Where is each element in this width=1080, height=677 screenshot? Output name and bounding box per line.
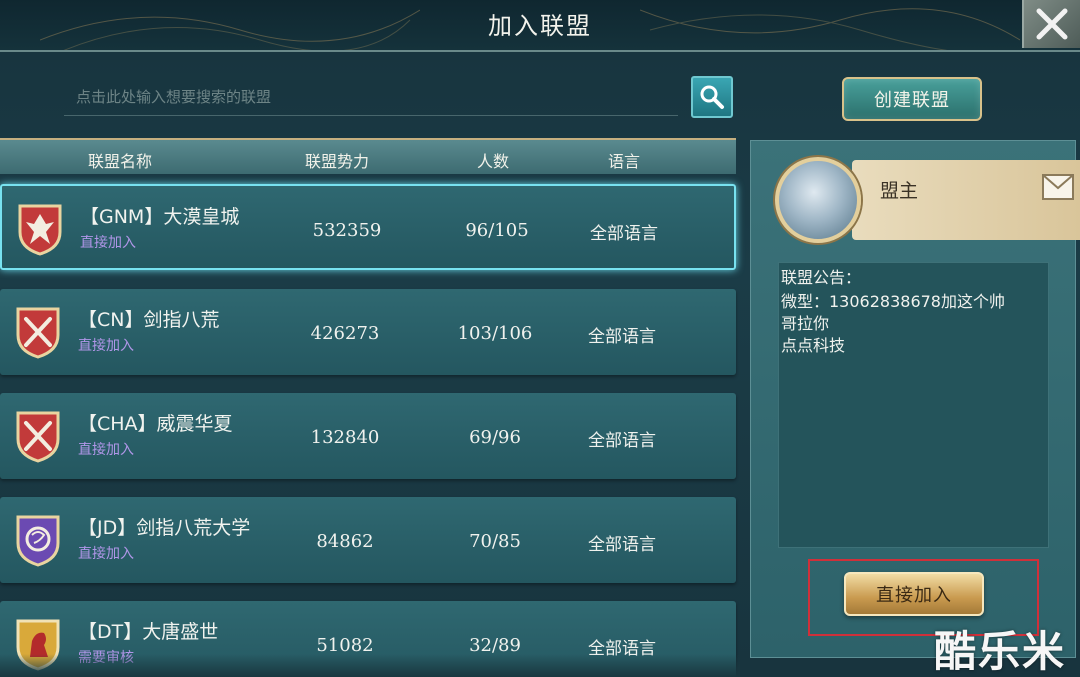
alliance-power: 532359 bbox=[312, 220, 382, 241]
join-type: 直接加入 bbox=[78, 338, 134, 354]
alliance-members: 70/85 bbox=[469, 531, 521, 552]
column-header-language: 语言 bbox=[608, 152, 641, 171]
alliance-name: 【CN】剑指八荒 bbox=[78, 309, 220, 331]
alliance-row[interactable]: 【CN】剑指八荒 直接加入 426273 103/106 全部语言 bbox=[0, 289, 736, 375]
alliance-row[interactable]: 【JD】剑指八荒大学 直接加入 84862 70/85 全部语言 bbox=[0, 497, 736, 583]
notice-line: 哥拉你 bbox=[781, 314, 830, 333]
table-header: 联盟名称 联盟势力 人数 语言 bbox=[0, 138, 736, 174]
watermark: 酷乐米 bbox=[934, 627, 1067, 676]
notice-title: 联盟公告： bbox=[781, 268, 862, 287]
alliance-members: 103/106 bbox=[457, 323, 533, 344]
alliance-row[interactable]: 【GNM】大漠皇城 直接加入 532359 96/105 全部语言 bbox=[0, 184, 736, 270]
notice-line: 点点科技 bbox=[781, 336, 846, 355]
list-fade bbox=[0, 654, 740, 677]
column-header-members: 人数 bbox=[477, 152, 510, 171]
alliance-members: 69/96 bbox=[469, 427, 521, 448]
alliance-name: 【GNM】大漠皇城 bbox=[80, 206, 240, 228]
alliance-power: 84862 bbox=[316, 531, 374, 552]
alliance-row[interactable]: 【CHA】威震华夏 直接加入 132840 69/96 全部语言 bbox=[0, 393, 736, 479]
alliance-language: 全部语言 bbox=[590, 224, 658, 244]
alliance-power: 51082 bbox=[316, 635, 374, 656]
search-button[interactable] bbox=[691, 76, 733, 118]
alliance-language: 全部语言 bbox=[588, 327, 656, 347]
alliance-name: 【JD】剑指八荒大学 bbox=[78, 517, 251, 539]
page-title: 加入联盟 bbox=[488, 12, 592, 40]
alliance-language: 全部语言 bbox=[588, 535, 656, 555]
close-button[interactable] bbox=[1022, 0, 1080, 48]
column-header-power: 联盟势力 bbox=[305, 152, 370, 171]
phoenix-icon bbox=[18, 204, 62, 256]
swords-icon bbox=[16, 307, 60, 359]
create-alliance-button[interactable]: 创建联盟 bbox=[842, 77, 982, 121]
alliance-name: 【CHA】威震华夏 bbox=[78, 413, 233, 435]
alliance-name: 【DT】大唐盛世 bbox=[78, 621, 219, 643]
search-input[interactable] bbox=[64, 78, 678, 116]
notice-line: 微型：13062838678加这个帅 bbox=[781, 292, 1005, 311]
mail-icon[interactable] bbox=[1042, 174, 1074, 200]
join-type: 直接加入 bbox=[80, 235, 136, 251]
join-type: 直接加入 bbox=[78, 442, 134, 458]
alliance-members: 32/89 bbox=[469, 635, 521, 656]
column-header-name: 联盟名称 bbox=[88, 152, 153, 171]
search-icon bbox=[700, 85, 724, 109]
leader-avatar[interactable] bbox=[775, 157, 861, 243]
join-alliance-button[interactable]: 直接加入 bbox=[844, 572, 984, 616]
leader-label: 盟主 bbox=[880, 180, 919, 202]
dragon-icon bbox=[16, 515, 60, 567]
alliance-members: 96/105 bbox=[465, 220, 529, 241]
alliance-power: 132840 bbox=[310, 427, 380, 448]
alliance-power: 426273 bbox=[310, 323, 380, 344]
alliance-language: 全部语言 bbox=[588, 431, 656, 451]
close-icon bbox=[1036, 8, 1068, 40]
join-type: 直接加入 bbox=[78, 546, 134, 562]
swords-icon bbox=[16, 411, 60, 463]
header-bar: 加入联盟 bbox=[0, 0, 1080, 52]
